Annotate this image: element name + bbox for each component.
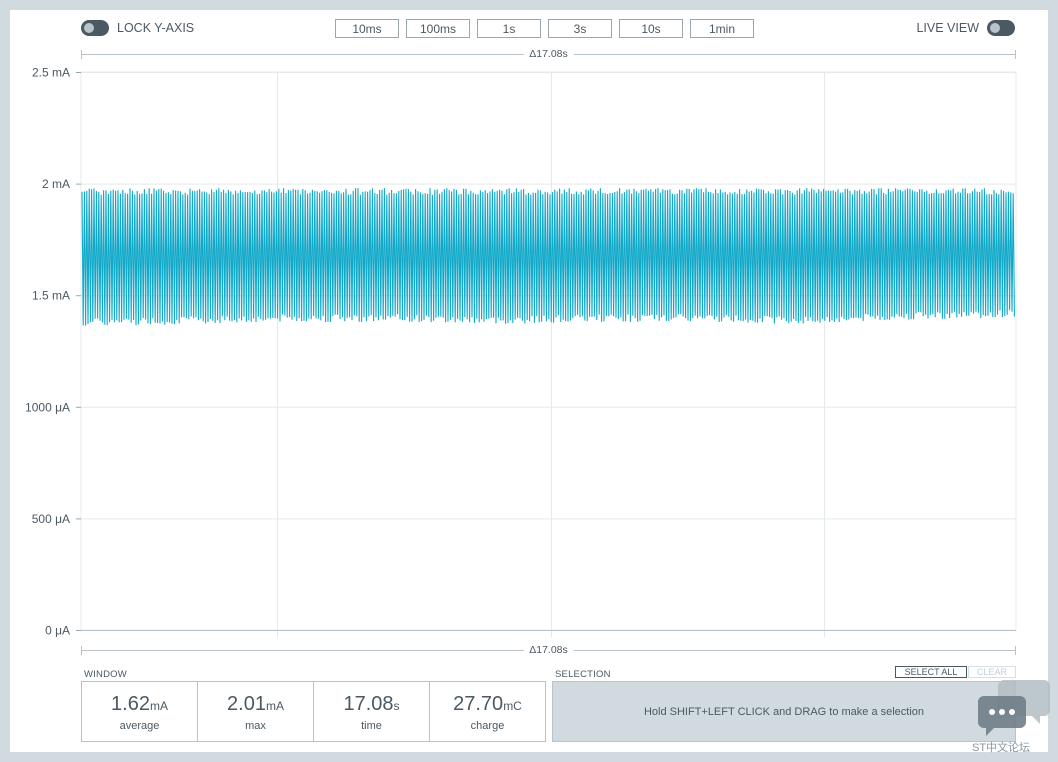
y-tick-label: 0 μA: [45, 624, 70, 638]
stat-unit: mC: [503, 699, 522, 713]
stat-value: 2.01: [227, 693, 266, 715]
stat-unit: s: [393, 699, 400, 713]
time-button-10s[interactable]: 10s: [619, 19, 683, 38]
toggle-knob: [84, 23, 94, 33]
live-view-toggle[interactable]: LIVE VIEW: [916, 20, 1015, 36]
selection-section-label: SELECTION: [555, 669, 611, 680]
y-tick-label: 500 μA: [32, 512, 70, 526]
time-button-3s[interactable]: 3s: [548, 19, 612, 38]
delta-ruler-bottom: Δ17.08s: [81, 644, 1016, 656]
stat-max: 2.01mA max: [198, 682, 314, 741]
stat-unit: mA: [265, 699, 284, 713]
select-all-button[interactable]: SELECT ALL: [895, 666, 967, 678]
lock-yaxis-label: LOCK Y-AXIS: [117, 21, 195, 35]
live-view-label: LIVE VIEW: [916, 21, 979, 35]
toggle-switch[interactable]: [987, 20, 1015, 36]
stat-charge: 27.70mC charge: [430, 682, 545, 741]
window-stats-panel: 1.62mA average 2.01mA max 17.08s time 27…: [81, 681, 546, 742]
time-button-1min[interactable]: 1min: [690, 19, 754, 38]
stat-unit: mA: [149, 699, 168, 713]
time-window-buttons: 10ms 100ms 1s 3s 10s 1min: [335, 19, 761, 38]
delta-time-label: Δ17.08s: [523, 644, 574, 656]
delta-time-label: Δ17.08s: [523, 48, 574, 60]
plot-area: [80, 71, 1017, 631]
time-button-1s[interactable]: 1s: [477, 19, 541, 38]
power-profiler-app: LOCK Y-AXIS 10ms 100ms 1s 3s 10s 1min LIVE VI…: [10, 10, 1048, 752]
toggle-knob: [990, 23, 1000, 33]
stat-average: 1.62mA average: [82, 682, 198, 741]
current-chart[interactable]: 0 μA 500 μA 1000 μA 1.5 mA 2 mA 2.5 mA: [10, 10, 1048, 752]
y-tick-label: 2 mA: [42, 177, 70, 191]
time-button-10ms[interactable]: 10ms: [335, 19, 399, 38]
stat-name: charge: [470, 720, 505, 732]
y-tick-label: 1.5 mA: [32, 289, 70, 303]
stat-value: 1.62: [111, 693, 150, 715]
toggle-switch[interactable]: [81, 20, 109, 36]
stat-name: time: [361, 720, 382, 732]
current-series-line: [81, 188, 1015, 326]
stat-name: average: [119, 720, 160, 732]
y-tick-label: 1000 μA: [25, 400, 70, 414]
time-button-100ms[interactable]: 100ms: [406, 19, 470, 38]
stat-value: 17.08: [343, 693, 394, 715]
window-section-label: WINDOW: [84, 669, 127, 680]
delta-ruler-top: Δ17.08s: [81, 48, 1016, 60]
y-tick-label: 2.5 mA: [32, 66, 70, 80]
stat-time: 17.08s time: [314, 682, 430, 741]
stat-value: 27.70: [453, 693, 504, 715]
selection-panel[interactable]: Hold SHIFT+LEFT CLICK and DRAG to make a…: [552, 681, 1016, 742]
lock-yaxis-toggle[interactable]: LOCK Y-AXIS: [81, 20, 194, 36]
stat-name: max: [245, 720, 266, 732]
watermark-text: ST中文论坛: [972, 742, 1031, 754]
selection-hint: Hold SHIFT+LEFT CLICK and DRAG to make a…: [643, 705, 925, 718]
